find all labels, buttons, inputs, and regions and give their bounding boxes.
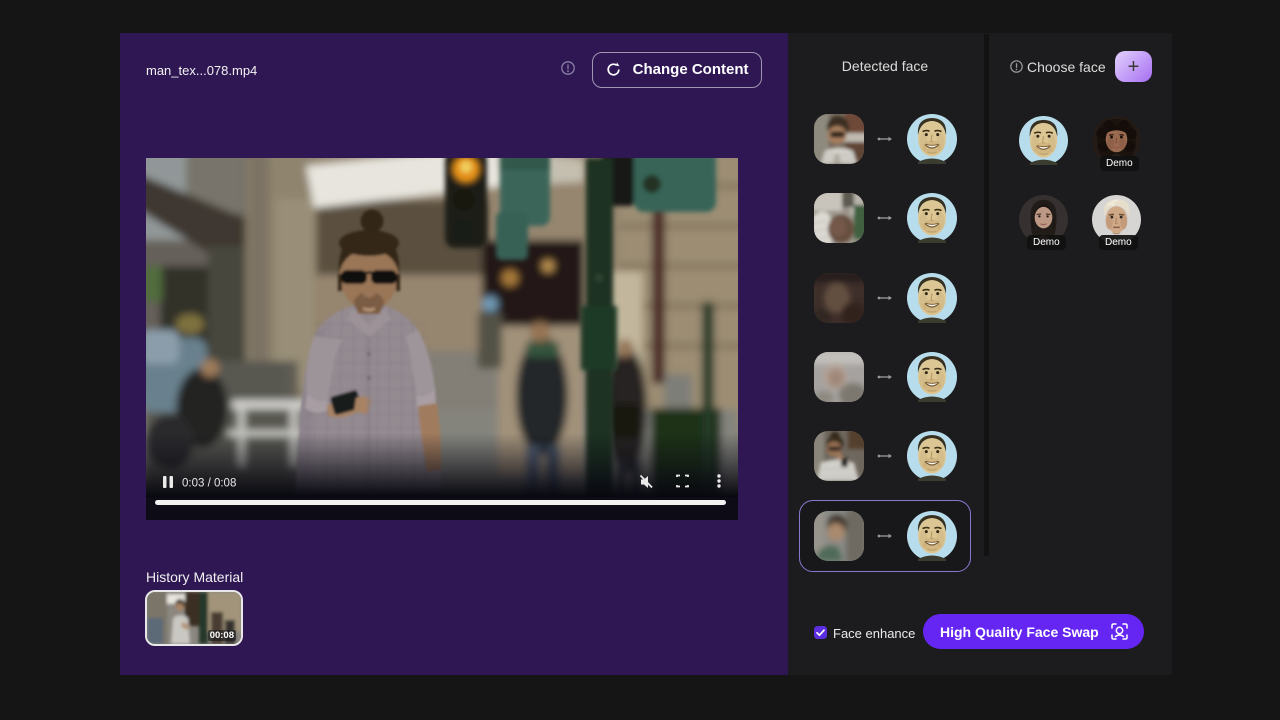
svg-text:0:03 / 0:08: 0:03 / 0:08 bbox=[182, 478, 236, 490]
